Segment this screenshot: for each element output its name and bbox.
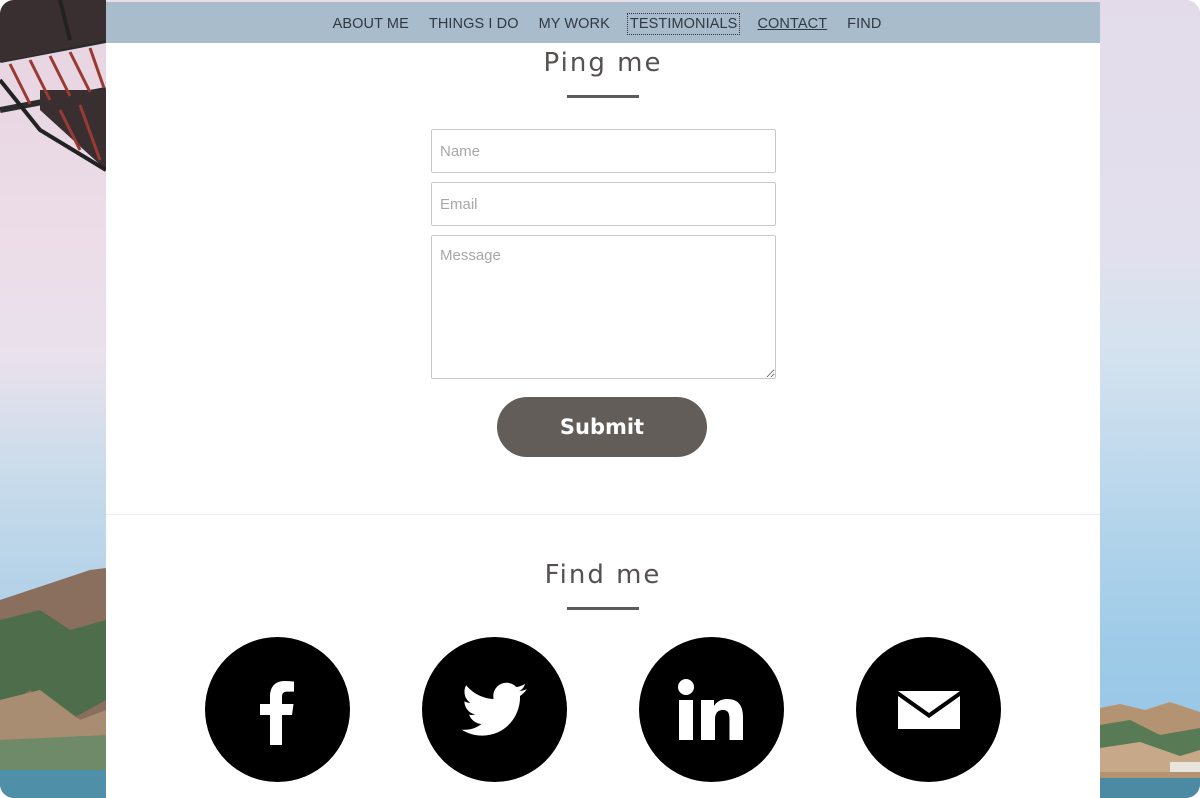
top-navbar: ABOUT ME THINGS I DO MY WORK TESTIMONIAL… [106,2,1100,43]
contact-form [431,129,776,379]
page-content: Ping me Submit Find me [106,2,1100,798]
find-title-underline [567,607,639,610]
linkedin-icon [677,678,743,740]
background-photo-left [0,0,106,798]
name-input[interactable] [431,129,776,173]
twitter-button[interactable] [422,637,567,782]
email-button[interactable] [856,637,1001,782]
nav-link-contact[interactable]: CONTACT [756,15,828,33]
contact-section-title: Ping me [543,48,663,78]
nav-link-things-i-do[interactable]: THINGS I DO [428,15,520,33]
nav-link-testimonials[interactable]: TESTIMONIALS [626,13,741,35]
background-photo-right [1100,0,1200,798]
coast-illustration [1100,702,1200,798]
nav-menu: ABOUT ME THINGS I DO MY WORK TESTIMONIAL… [324,13,883,35]
facebook-button[interactable] [205,637,350,782]
nav-link-find[interactable]: FIND [846,15,882,33]
email-icon [897,690,960,729]
linkedin-button[interactable] [639,637,784,782]
nav-link-my-work[interactable]: MY WORK [538,15,611,33]
browser-viewport: Ping me Submit Find me [0,0,1200,798]
message-textarea[interactable] [431,235,776,379]
section-divider [106,514,1100,515]
submit-button[interactable]: Submit [497,397,707,457]
email-input[interactable] [431,182,776,226]
contact-title-underline [567,95,639,98]
nav-link-about-me[interactable]: ABOUT ME [332,15,410,33]
find-section-title: Find me [544,560,662,590]
twitter-icon [461,682,527,736]
facebook-icon [259,680,294,745]
bridge-illustration [0,0,106,798]
